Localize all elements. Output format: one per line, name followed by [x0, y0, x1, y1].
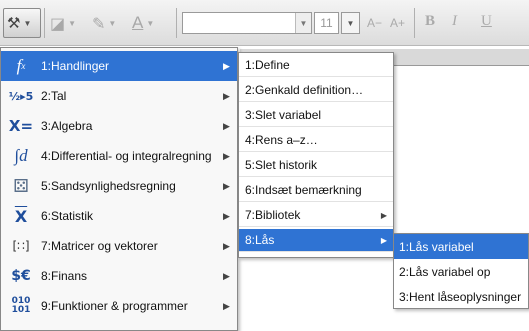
menu-item-label: 7:Bibliotek	[245, 208, 301, 222]
chevron-down-icon: ▼	[146, 18, 155, 28]
menu-item-differential[interactable]: ∫d 4:Differential- og integralregning ▶	[1, 141, 237, 171]
chevron-down-icon: ▼	[108, 18, 117, 28]
submenu-arrow-icon: ▶	[223, 210, 230, 221]
menu-item-funktioner[interactable]: 010 101 9:Funktioner & programmer ▶	[1, 291, 237, 321]
font-size-field[interactable]: 11	[314, 12, 339, 34]
menu-item-label: 7:Matricer og vektorer	[41, 239, 158, 253]
menu-item-delete-variable[interactable]: 3:Slet variabel	[239, 104, 393, 127]
menu-item-algebra[interactable]: X= 3:Algebra ▶	[1, 111, 237, 141]
font-family-select[interactable]: ▼	[182, 12, 312, 34]
fill-color-button[interactable]: ◪ ▼	[50, 8, 76, 38]
submenu-arrow-icon: ▶	[223, 120, 230, 131]
actions-submenu: 1:Define 2:Genkald definition… 3:Slet va…	[238, 52, 394, 258]
submenu-arrow-icon: ▶	[380, 210, 387, 220]
pencil-icon: ✎	[92, 13, 106, 33]
submenu-arrow-icon: ▶	[223, 270, 230, 281]
integral-icon: ∫d	[14, 146, 28, 165]
line-color-button[interactable]: ✎ ▼	[92, 8, 116, 38]
menu-item-label: 3:Algebra	[41, 119, 93, 133]
font-size-dropdown[interactable]: ▼	[341, 12, 360, 34]
menu-item-finans[interactable]: $€ 8:Finans ▶	[1, 261, 237, 291]
menu-item-label: 2:Tal	[41, 89, 67, 103]
menu-item-unlock-variable[interactable]: 2:Lås variabel op	[394, 259, 528, 284]
x-equals-icon: X=	[8, 117, 34, 135]
toolbar-divider	[414, 8, 415, 38]
tools-menu-button[interactable]: ⚒ ▼	[3, 8, 41, 38]
submenu-arrow-icon: ▶	[223, 60, 230, 71]
submenu-arrow-icon: ▶	[380, 235, 387, 245]
tools-icon: ⚒	[7, 14, 21, 32]
chevron-down-icon[interactable]: ▼	[295, 13, 311, 33]
submenu-arrow-icon: ▶	[223, 90, 230, 101]
increase-font-size-button[interactable]: A+	[390, 16, 405, 30]
menu-item-sandsynlighed[interactable]: ⚄ 5:Sandsynlighedsregning ▶	[1, 171, 237, 201]
x-bar-icon: X	[14, 206, 28, 226]
lock-submenu: 1:Lås variabel 2:Lås variabel op 3:Hent …	[393, 233, 529, 309]
submenu-arrow-icon: ▶	[223, 150, 230, 161]
submenu-arrow-icon: ▶	[223, 180, 230, 191]
underline-button[interactable]: U	[481, 13, 492, 30]
main-menu: fx 1:Handlinger ▶ ½▸5 2:Tal ▶ X= 3:Algeb…	[0, 47, 238, 331]
menu-item-recall-definition[interactable]: 2:Genkald definition…	[239, 79, 393, 102]
menu-item-label: 4:Differential- og integralregning	[41, 149, 212, 163]
toolbar: ⚒ ▼ ◪ ▼ ✎ ▼ A ▼ ▼ 11 ▼ A− A+ B I U	[0, 0, 529, 46]
text-color-icon: A	[132, 13, 144, 32]
menu-item-clear-history[interactable]: 5:Slet historik	[239, 154, 393, 177]
menu-item-statistik[interactable]: X 6:Statistik ▶	[1, 201, 237, 231]
menu-item-define[interactable]: 1:Define	[239, 54, 393, 77]
menu-item-label: 8:Lås	[245, 233, 275, 247]
menu-item-matricer[interactable]: [∷] 7:Matricer og vektorer ▶	[1, 231, 237, 261]
fraction-icon: ½▸5	[8, 89, 34, 103]
currency-icon: $€	[11, 268, 31, 284]
menu-item-lock[interactable]: 8:Lås ▶	[239, 229, 393, 252]
submenu-arrow-icon: ▶	[223, 240, 230, 251]
menu-item-clear-a-z[interactable]: 4:Rens a–z…	[239, 129, 393, 152]
menu-item-label: 1:Handlinger	[41, 59, 110, 73]
menu-item-label: 6:Statistik	[41, 209, 94, 223]
menu-item-lock-variable[interactable]: 1:Lås variabel	[394, 234, 528, 259]
chevron-down-icon: ▼	[23, 18, 32, 28]
menu-item-label: 5:Sandsynlighedsregning	[41, 179, 176, 193]
submenu-arrow-icon: ▶	[223, 300, 230, 311]
dice-icon: ⚄	[13, 175, 29, 197]
matrix-icon: [∷]	[12, 239, 30, 253]
menu-item-library[interactable]: 7:Bibliotek ▶	[239, 204, 393, 227]
function-icon: fx	[16, 56, 26, 75]
menu-item-get-lock-info[interactable]: 3:Hent låseoplysninger	[394, 284, 528, 309]
toolbar-divider	[176, 8, 177, 38]
italic-button[interactable]: I	[452, 13, 457, 30]
toolbar-divider	[44, 8, 45, 38]
menu-item-tal[interactable]: ½▸5 2:Tal ▶	[1, 81, 237, 111]
decrease-font-size-button[interactable]: A−	[367, 16, 382, 30]
menu-item-label: 9:Funktioner & programmer	[41, 299, 188, 313]
menu-item-insert-comment[interactable]: 6:Indsæt bemærkning	[239, 179, 393, 202]
text-color-button[interactable]: A ▼	[132, 8, 154, 38]
fill-bucket-icon: ◪	[50, 13, 66, 33]
menu-item-handlinger[interactable]: fx 1:Handlinger ▶	[1, 51, 237, 81]
menu-item-label: 8:Finans	[41, 269, 88, 283]
chevron-down-icon: ▼	[68, 18, 77, 28]
bold-button[interactable]: B	[425, 13, 435, 30]
calculator-app-window: ⚒ ▼ ◪ ▼ ✎ ▼ A ▼ ▼ 11 ▼ A− A+ B I U f x 1…	[0, 0, 529, 331]
binary-icon: 010 101	[11, 296, 31, 315]
